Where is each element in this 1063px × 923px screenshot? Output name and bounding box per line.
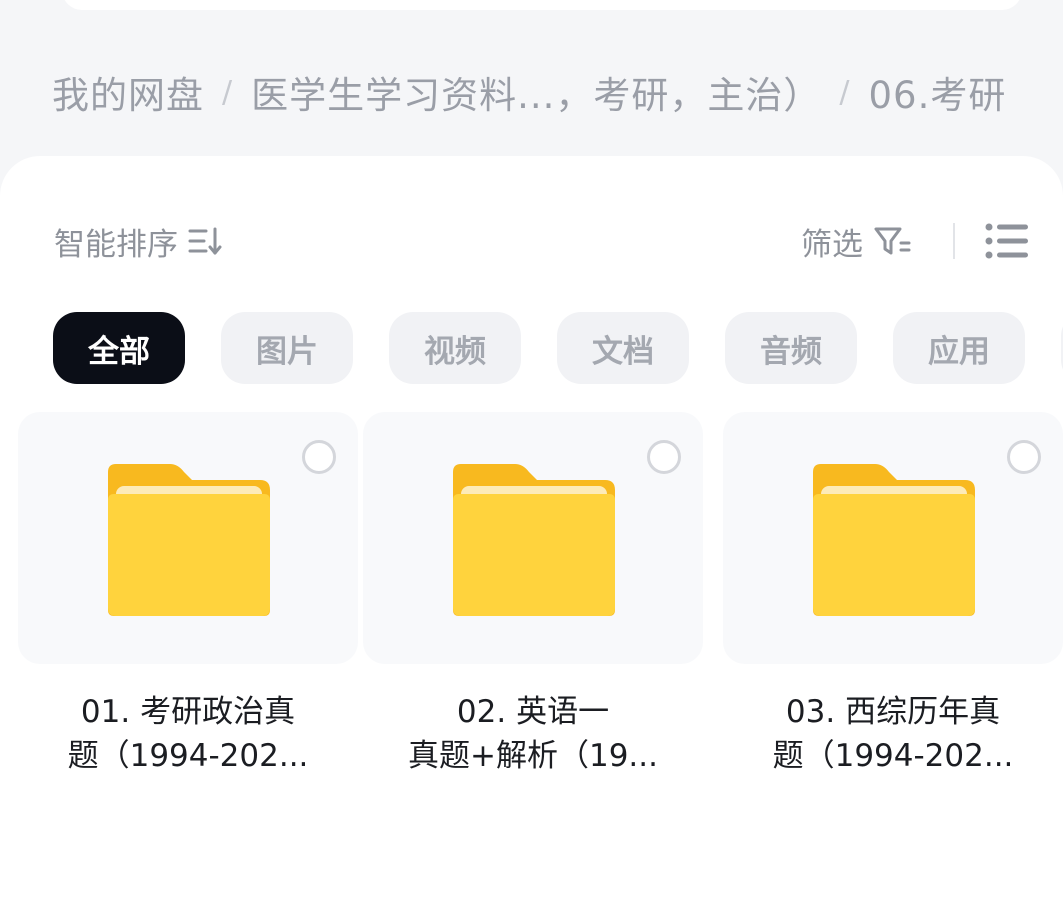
breadcrumb-item-root[interactable]: 我的网盘 bbox=[52, 65, 204, 119]
breadcrumb-separator: / bbox=[222, 74, 234, 110]
select-radio-icon[interactable] bbox=[302, 440, 336, 474]
tab-apps[interactable]: 应用 bbox=[893, 312, 1025, 384]
category-tabs: 全部 图片 视频 文档 音频 应用 bbox=[53, 312, 1063, 384]
folder-thumbnail[interactable] bbox=[363, 412, 703, 664]
search-bar[interactable] bbox=[62, 0, 1022, 10]
sort-button-label[interactable]: 智能排序 bbox=[54, 219, 178, 264]
filter-icon[interactable] bbox=[873, 225, 911, 257]
tab-videos[interactable]: 视频 bbox=[389, 312, 521, 384]
toolbar: 智能排序 筛选 bbox=[54, 216, 1029, 266]
folder-name: 01. 考研政治真 题（1994-202... bbox=[67, 694, 309, 774]
folder-thumbnail[interactable] bbox=[723, 412, 1063, 664]
breadcrumb-item-current[interactable]: 06.考研 bbox=[869, 65, 1007, 119]
breadcrumb-separator: / bbox=[839, 74, 851, 110]
filter-button-label[interactable]: 筛选 bbox=[801, 219, 863, 264]
file-panel: 智能排序 筛选 全部 图片 视频 文档 音频 应用 01. 考研政治真 题（19… bbox=[0, 156, 1063, 923]
file-grid: 01. 考研政治真 题（1994-202... 02. 英语一 真题+解析（19… bbox=[0, 412, 1063, 812]
tab-all[interactable]: 全部 bbox=[53, 312, 185, 384]
folder-icon bbox=[453, 464, 615, 616]
list-view-icon[interactable] bbox=[985, 221, 1029, 261]
breadcrumb-item-folder[interactable]: 医学生学习资料...，考研，主治） bbox=[251, 65, 821, 119]
folder-icon bbox=[108, 464, 270, 616]
folder-card[interactable]: 03. 西综历年真 题（1994-202... bbox=[723, 412, 1063, 778]
toolbar-divider bbox=[953, 223, 955, 259]
folder-card[interactable]: 02. 英语一 真题+解析（19... bbox=[363, 412, 703, 778]
breadcrumb: 我的网盘 / 医学生学习资料...，考研，主治） / 06.考研 bbox=[52, 62, 1063, 122]
folder-icon bbox=[813, 464, 975, 616]
folder-name: 02. 英语一 真题+解析（19... bbox=[408, 694, 658, 774]
tab-documents[interactable]: 文档 bbox=[557, 312, 689, 384]
tab-audio[interactable]: 音频 bbox=[725, 312, 857, 384]
folder-thumbnail[interactable] bbox=[18, 412, 358, 664]
tab-images[interactable]: 图片 bbox=[221, 312, 353, 384]
folder-card[interactable]: 01. 考研政治真 题（1994-202... bbox=[18, 412, 358, 778]
select-radio-icon[interactable] bbox=[647, 440, 681, 474]
sort-icon[interactable] bbox=[188, 226, 224, 256]
folder-name: 03. 西综历年真 题（1994-202... bbox=[772, 694, 1014, 774]
select-radio-icon[interactable] bbox=[1007, 440, 1041, 474]
